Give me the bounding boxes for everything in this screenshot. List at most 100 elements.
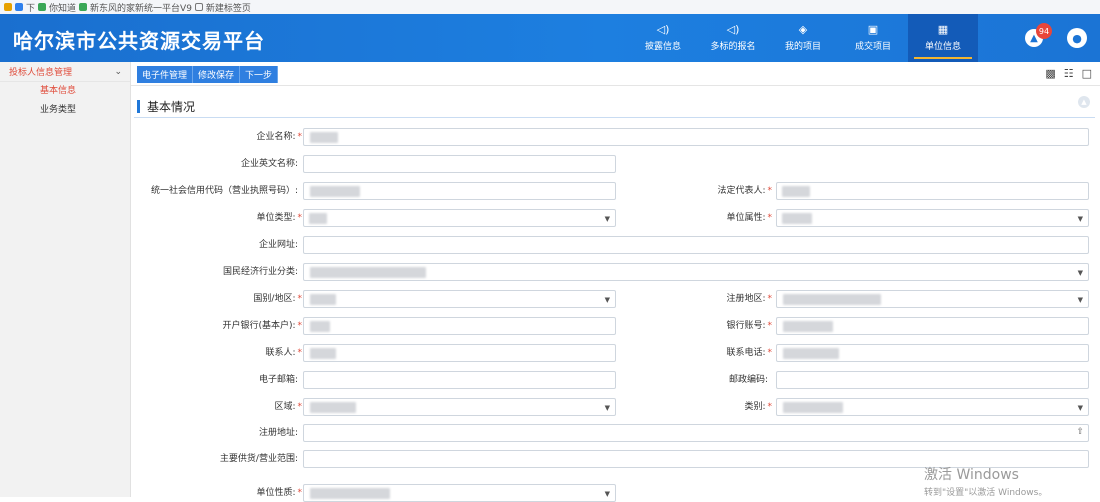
website-field[interactable] (303, 236, 1089, 254)
reg-region-select[interactable]: ▼ (776, 290, 1089, 308)
nav-label: 成交项目 (854, 42, 891, 52)
postcode-field[interactable] (776, 371, 1089, 389)
website-label: 企业网址: (258, 240, 298, 250)
category-select[interactable]: ▼ (776, 398, 1089, 416)
speaker-icon: ◁) (656, 23, 670, 36)
speaker-icon: ◁) (726, 23, 740, 36)
e-docs-button[interactable]: 电子件管理 (137, 66, 194, 83)
reg-address-label: 注册地址: (258, 428, 298, 438)
nav-label: 披露信息 (644, 42, 681, 52)
bookmark-link[interactable]: 你知道 (49, 1, 76, 14)
toolbar: 电子件管理 修改保存 下一步 ▩ ☷ □ (131, 62, 1100, 86)
section-marker (137, 99, 140, 113)
unit-attr-label: 单位属性: * (726, 213, 772, 223)
chevron-down-icon: ▼ (1077, 296, 1083, 304)
unit-nature-label: 单位性质: * (256, 488, 302, 498)
unit-attr-select[interactable]: ▼ (776, 209, 1089, 227)
contact-field[interactable] (303, 344, 616, 362)
reg-address-field[interactable]: ⇧ (303, 424, 1089, 442)
folder-icon: ▣ (867, 23, 879, 36)
email-label: 电子邮箱: (258, 375, 298, 385)
pdf-icon[interactable]: □ (1082, 67, 1092, 80)
company-en-name-field[interactable] (303, 155, 616, 173)
bank-account-label: 银行账号: * (726, 321, 772, 331)
sidebar: 投标人信息管理 ⌄ 基本信息 业务类型 (0, 62, 131, 497)
industry-label: 国民经济行业分类: (222, 267, 298, 277)
chevron-down-icon: ▼ (604, 296, 610, 304)
scroll-top-icon[interactable]: ⇧ (1076, 427, 1084, 437)
legal-rep-field[interactable] (776, 182, 1089, 200)
category-label: 类别: * (744, 402, 772, 412)
bookmark-link[interactable]: 下 (26, 1, 35, 14)
company-en-name-label: 企业英文名称: (240, 159, 298, 169)
bookmark-icon[interactable] (38, 3, 47, 11)
sidebar-item-business-type[interactable]: 业务类型 (0, 101, 130, 120)
country-select[interactable]: ▼ (303, 290, 616, 308)
watermark-subtitle: 转到"设置"以激活 Windows。 (924, 488, 1048, 498)
print-icon[interactable]: ▩ (1045, 67, 1055, 80)
chevron-down-icon: ⌄ (114, 66, 122, 77)
bank-label: 开户银行(基本户): * (222, 321, 302, 331)
nav-label: 单位信息 (924, 42, 961, 52)
notification-badge: 94 (1036, 23, 1052, 39)
country-label: 国别/地区: * (253, 294, 302, 304)
industry-select[interactable]: ▼ (303, 263, 1089, 281)
layers-icon: ◈ (798, 23, 808, 36)
bookmark-link[interactable]: 新东风的家新统一平台V9 (90, 1, 192, 14)
legal-rep-label: 法定代表人: * (717, 186, 772, 196)
nav-unit-info[interactable]: ▦ 单位信息 (908, 14, 978, 62)
windows-watermark: 激活 Windows 转到"设置"以激活 Windows。 (924, 464, 1047, 498)
company-name-label: 企业名称: * (256, 132, 302, 142)
chevron-down-icon: ▼ (604, 404, 610, 412)
unit-type-label: 单位类型: * (256, 213, 302, 223)
bookmark-icon[interactable] (79, 3, 88, 11)
chevron-down-icon: ▼ (1077, 269, 1083, 277)
postcode-label: 邮政编码: (728, 375, 768, 385)
next-button[interactable]: 下一步 (240, 66, 279, 83)
org-chart-icon[interactable]: ☷ (1064, 67, 1074, 80)
sidebar-item-basic-info[interactable]: 基本信息 (0, 82, 130, 101)
company-name-field[interactable] (303, 128, 1089, 146)
contact-label: 联系人: * (265, 348, 302, 358)
contact-phone-label: 联系电话: * (726, 348, 772, 358)
bank-field[interactable] (303, 317, 616, 335)
section-header: 基本情况 (137, 99, 196, 114)
nav-my-projects[interactable]: ◈ 我的项目 (768, 14, 838, 62)
top-nav: ◁) 披露信息 ◁) 多标的报名 ◈ 我的项目 ▣ 成交项目 ▦ 单位信息 (628, 14, 978, 62)
unit-type-select[interactable]: ▼ (303, 209, 616, 227)
bookmark-link[interactable]: 新建标签页 (206, 1, 251, 14)
sidebar-group-header[interactable]: 投标人信息管理 ⌄ (0, 62, 130, 82)
platform-title: 哈尔滨市公共资源交易平台 (13, 29, 265, 53)
browser-icon[interactable] (15, 3, 23, 11)
nav-label: 我的项目 (784, 42, 821, 52)
email-field[interactable] (303, 371, 616, 389)
user-icon[interactable]: ● (1067, 28, 1087, 48)
nav-deals[interactable]: ▣ 成交项目 (838, 14, 908, 62)
save-button[interactable]: 修改保存 (193, 66, 241, 83)
nav-multi-signup[interactable]: ◁) 多标的报名 (698, 14, 768, 62)
app-header: 哈尔滨市公共资源交易平台 ◁) 披露信息 ◁) 多标的报名 ◈ 我的项目 ▣ 成… (0, 14, 1100, 62)
folder-icon[interactable] (194, 3, 203, 11)
collapse-icon[interactable]: ▲ (1078, 96, 1090, 108)
unit-nature-select[interactable]: ▼ (303, 484, 616, 502)
bank-account-field[interactable] (776, 317, 1089, 335)
bookmarks-bar: 下 你知道 新东风的家新统一平台V9 新建标签页 (0, 0, 1100, 14)
nav-disclosure[interactable]: ◁) 披露信息 (628, 14, 698, 62)
watermark-title: 激活 Windows (924, 467, 1019, 483)
area-select[interactable]: ▼ (303, 398, 616, 416)
contact-phone-field[interactable] (776, 344, 1089, 362)
section-title: 基本情况 (147, 99, 196, 114)
chevron-down-icon: ▼ (1077, 215, 1083, 223)
nav-label: 多标的报名 (710, 42, 756, 52)
section-divider (134, 117, 1095, 118)
reg-region-label: 注册地区: * (726, 294, 772, 304)
chevron-down-icon: ▼ (1077, 404, 1083, 412)
area-label: 区域: * (274, 402, 302, 412)
bookmark-icon[interactable] (4, 3, 12, 11)
credit-code-field[interactable] (303, 182, 616, 200)
building-icon: ▦ (937, 23, 949, 36)
credit-code-label: 统一社会信用代码（营业执照号码）: (150, 186, 298, 196)
scope-label: 主要供货/营业范围: (219, 454, 298, 464)
sidebar-group-label: 投标人信息管理 (9, 68, 73, 78)
chevron-down-icon: ▼ (604, 215, 610, 223)
